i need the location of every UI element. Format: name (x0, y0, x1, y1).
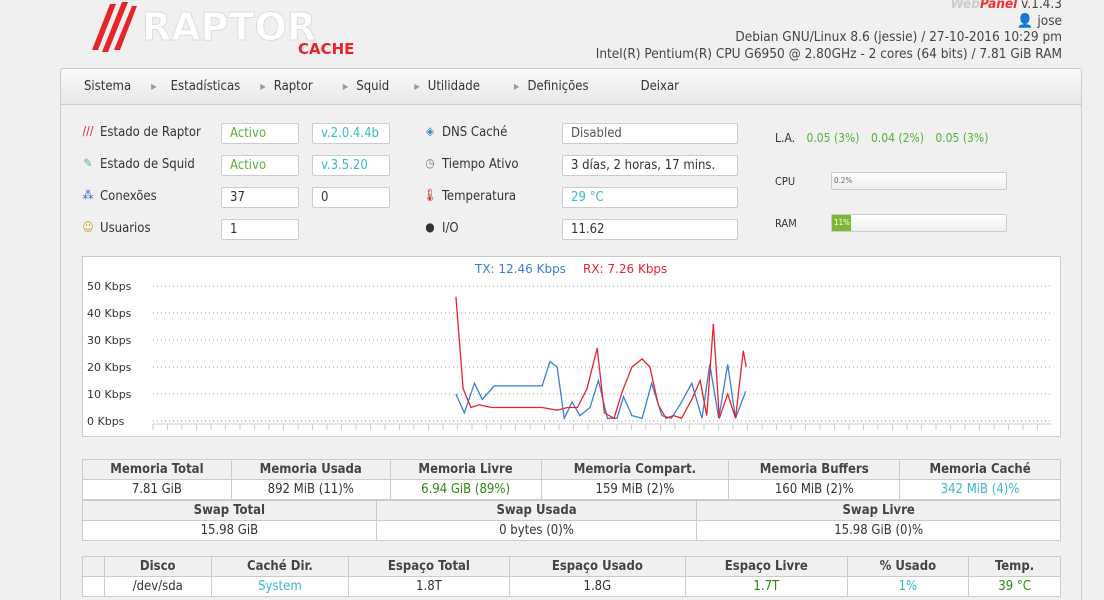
disk-cell: System (210, 576, 350, 597)
squid-version: v.3.5.20 (312, 155, 390, 176)
disk-header (82, 556, 105, 577)
nav-definicoes[interactable]: Definições (519, 79, 588, 94)
mem-header: Memoria Compart. (540, 459, 730, 480)
squid-state: Activo (221, 155, 299, 176)
dns-value: Disabled (562, 123, 738, 144)
disk-header: % Usado (846, 556, 970, 577)
mem-header: Memoria Caché (899, 459, 1061, 480)
temperature-label: 🌡 Temperatura (422, 188, 517, 204)
disk-header: Espaço Usado (508, 556, 687, 577)
os-info: Debian GNU/Linux 8.6 (jessie) / 27-10-20… (735, 29, 1062, 45)
connections-label: ⁂ Conexões (80, 188, 157, 204)
uptime-value: 3 días, 2 horas, 17 mins. (562, 155, 738, 176)
mem-cell: 892 MiB (11)% (230, 479, 391, 500)
disk-cell: /dev/sda (103, 576, 212, 597)
disk-table: Disco Caché Dir. Espaço Total Espaço Usado E… (82, 556, 1061, 597)
svg-text:RAPTOR: RAPTOR (142, 5, 316, 49)
legend-tx: TX: 12.46 Kbps (474, 262, 566, 276)
mem-header: Memoria Usada (230, 459, 391, 480)
swap-cell: 15.98 GiB (82, 520, 377, 541)
users-label: ☺ Usuarios (80, 220, 150, 236)
connections-a: 37 (221, 187, 299, 208)
svg-text:CACHE: CACHE (298, 40, 354, 58)
raptor-status-label: ///Estado de Raptor (80, 124, 201, 140)
squid-icon: ✎ (83, 156, 93, 170)
disk-header: Espaço Total (348, 556, 510, 577)
swap-table: Swap Total Swap Usada Swap Livre 15.98 GiB 0… (82, 500, 1061, 541)
load-average: L.A. 0.05 (3%) 0.04 (2%) 0.05 (3%) (775, 131, 989, 145)
network-icon: ⁂ (82, 188, 94, 202)
squid-status-label: ✎ Estado de Squid (80, 156, 194, 172)
raptor-logo: RAPTOR CACHE (80, 0, 380, 58)
memory-table: Memoria Total Memoria Usada Memoria Livre M… (82, 459, 1061, 500)
header-info: WebPanel v.1.4.3 👤 jose Debian GNU/Linux… (596, 0, 1062, 62)
mem-header: Memoria Buffers (728, 459, 901, 480)
y-tick-label: 30 Kbps (87, 334, 132, 347)
dns-label: ◈ DNS Caché (422, 124, 507, 140)
disk-cell: 39 °C (968, 576, 1061, 597)
users-icon: ☺ (82, 220, 94, 234)
disk-header: Caché Dir. (210, 556, 350, 577)
y-tick-label: 10 Kbps (87, 388, 132, 401)
cpu-progress: 0.2% (831, 172, 1007, 190)
dns-icon: ◈ (425, 124, 435, 138)
swap-cell: 0 bytes (0)% (375, 520, 698, 541)
thermometer-icon: 🌡 (422, 188, 438, 202)
nav-estadisticas[interactable]: Estadísticas (157, 79, 241, 94)
y-tick-label: 50 Kbps (87, 280, 132, 293)
disk-header: Temp. (968, 556, 1061, 577)
raptor-state: Activo (221, 123, 299, 144)
disk-cell (82, 576, 105, 597)
nav-squid[interactable]: Squid (348, 79, 389, 94)
swap-header: Swap Total (82, 500, 377, 521)
connections-b: 0 (312, 187, 390, 208)
ram-progress-fill: 11% (832, 215, 852, 231)
nav-raptor[interactable]: Raptor (266, 79, 313, 94)
disk-cell: 1.8G (508, 576, 687, 597)
disk-header: Disco (103, 556, 212, 577)
temperature-value: 29 °C (562, 187, 738, 208)
ram-label: RAM (775, 217, 797, 230)
disk-cell: 1.8T (348, 576, 510, 597)
swap-header: Swap Livre (696, 500, 1061, 521)
disk-io-icon: ● (425, 220, 435, 234)
raptor-version: v.2.0.4.4b (312, 123, 390, 144)
disk-cell: 1.7T (685, 576, 848, 597)
nav-sistema[interactable]: Sistema (61, 79, 131, 94)
mem-header: Memoria Livre (389, 459, 542, 480)
mem-cell: 160 MiB (2)% (728, 479, 901, 500)
mem-cell: 6.94 GiB (89%) (389, 479, 542, 500)
cpu-info: Intel(R) Pentium(R) CPU G6950 @ 2.80GHz … (595, 45, 1062, 62)
swap-cell: 15.98 GiB (0)% (696, 520, 1061, 541)
mem-cell: 342 MiB (4)% (899, 479, 1061, 500)
disk-cell: 1% (846, 576, 970, 597)
y-tick-label: 0 Kbps (87, 415, 125, 428)
nav-utilidade[interactable]: Utilidade (420, 79, 480, 94)
disk-header: Espaço Livre (685, 556, 848, 577)
main-nav: Sistema ▶ Estadísticas ▶ Raptor ▶ Squid ▶ Ut… (60, 68, 1082, 105)
legend-rx: RX: 7.26 Kbps (583, 262, 667, 276)
username[interactable]: jose (1037, 13, 1062, 29)
mem-header: Memoria Total (82, 459, 232, 480)
cpu-progress-text: 0.2% (834, 176, 853, 185)
users-value: 1 (221, 219, 299, 240)
traffic-chart: 50 Kbps 40 Kbps 30 Kbps 20 Kbps 10 Kbps 0 Kbp… (82, 256, 1061, 437)
raptor-icon: /// (82, 124, 94, 138)
swap-header: Swap Usada (375, 500, 698, 521)
mem-cell: 7.81 GiB (82, 479, 232, 500)
io-value: 11.62 (562, 219, 738, 240)
user-icon: 👤 (1016, 12, 1034, 29)
version: v.1.4.3 (1021, 0, 1062, 12)
series-line-rx (455, 296, 747, 420)
webpanel-logo: WebPanel (950, 0, 1018, 12)
mem-cell: 159 MiB (2)% (540, 479, 730, 500)
ram-progress: 11% (831, 214, 1007, 232)
clock-icon: ◷ (425, 156, 435, 170)
uptime-label: ◷ Tiempo Ativo (422, 156, 518, 172)
nav-deixar[interactable]: Deixar (589, 79, 679, 94)
y-tick-label: 40 Kbps (87, 307, 132, 320)
io-label: ● I/O (422, 220, 458, 236)
cpu-label: CPU (775, 175, 796, 188)
y-tick-label: 20 Kbps (87, 361, 132, 374)
